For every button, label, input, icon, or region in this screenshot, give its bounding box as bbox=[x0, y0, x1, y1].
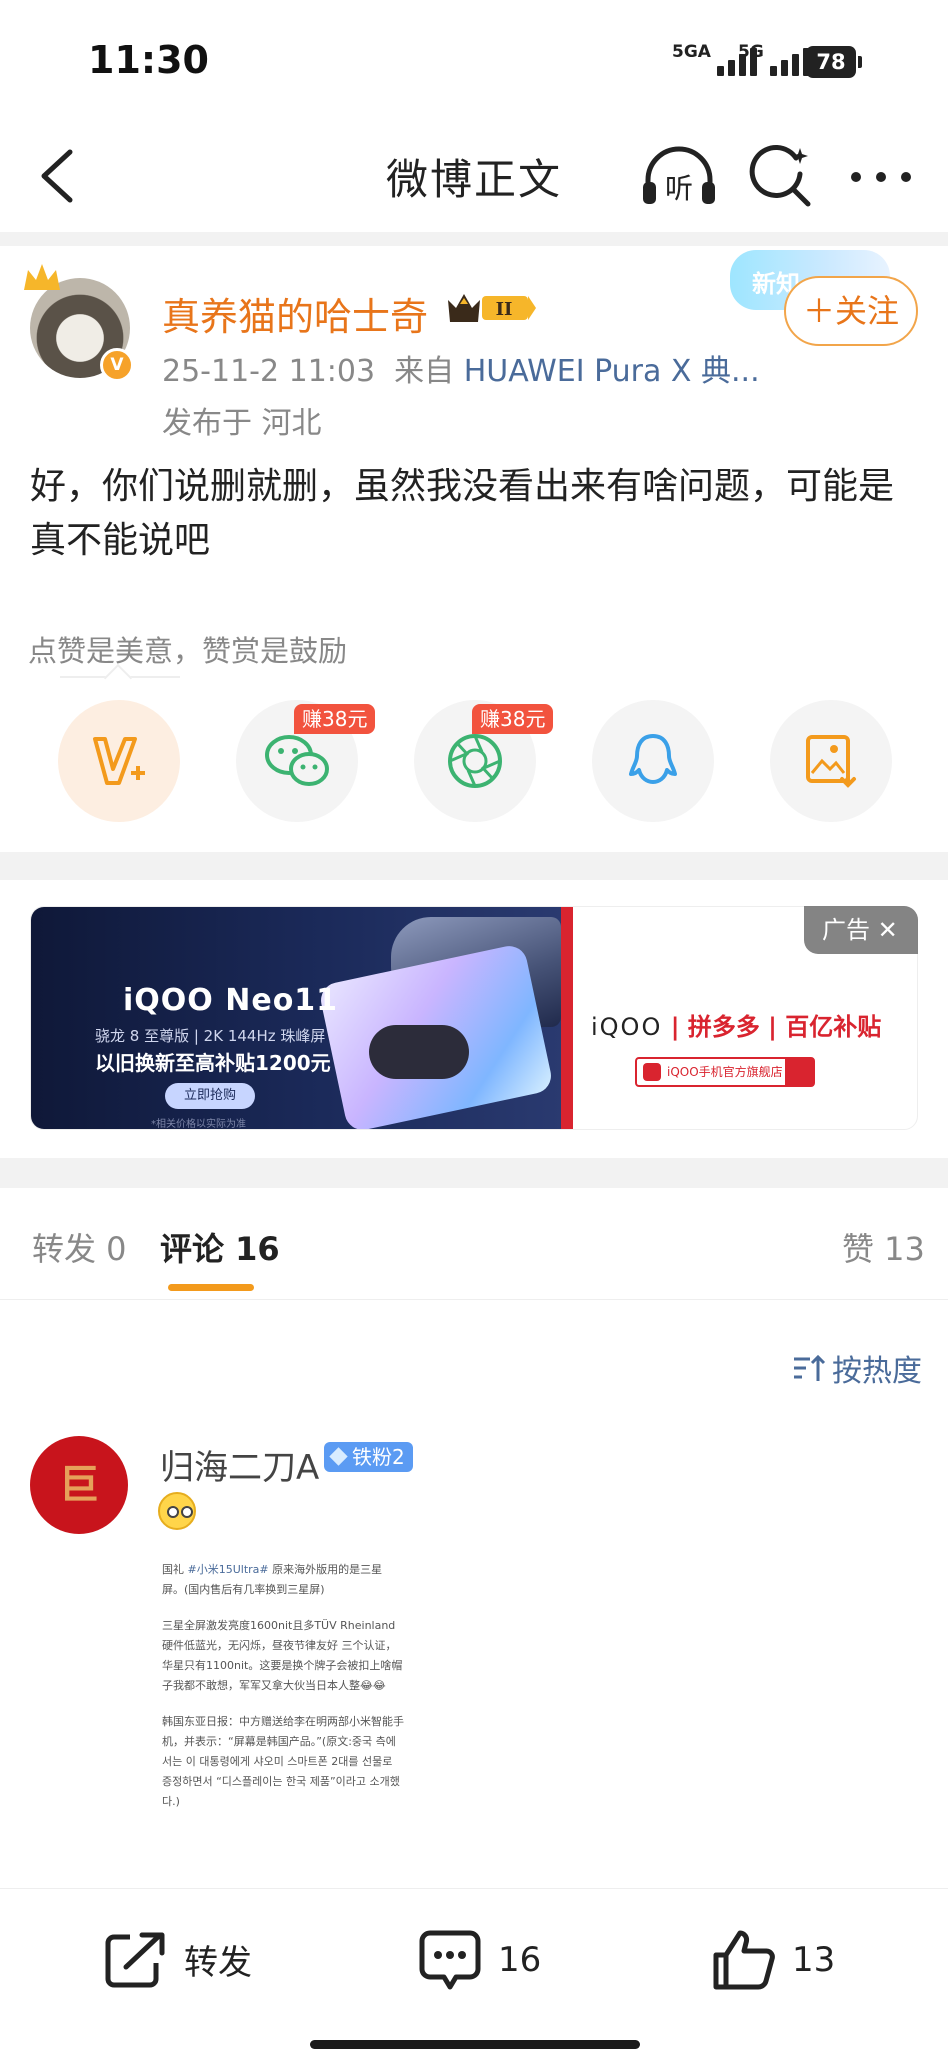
post-location: 发布于 河北 bbox=[162, 406, 322, 441]
comment-icon bbox=[419, 1930, 481, 1990]
ad-store-search[interactable]: iQOO手机官方旗舰店 bbox=[635, 1057, 815, 1087]
wechat-icon bbox=[265, 735, 329, 786]
ad-phone-camera bbox=[369, 1025, 469, 1079]
commenter-avatar[interactable]: 巨 bbox=[30, 1436, 128, 1534]
post-meta: 25-11-2 11:03 来自 HUAWEI Pura X 典... bbox=[162, 346, 760, 390]
section-divider bbox=[0, 1158, 948, 1188]
sort-icon bbox=[794, 1354, 826, 1381]
crown-icon bbox=[24, 264, 60, 290]
home-indicator bbox=[310, 2040, 640, 2049]
battery-icon: 78 bbox=[806, 46, 862, 78]
ad-promo: 以旧换新至高补贴1200元 bbox=[95, 1051, 331, 1075]
bottom-action-bar: 转发 16 13 bbox=[0, 1888, 948, 2028]
save-image-icon bbox=[806, 735, 856, 788]
moments-icon bbox=[448, 734, 502, 788]
save-image-button[interactable] bbox=[770, 700, 892, 822]
sort-button[interactable]: 按热度 bbox=[792, 1346, 922, 1390]
tab-comments[interactable]: 评论 16 bbox=[160, 1224, 280, 1270]
author-name[interactable]: 真养猫的哈士奇 bbox=[162, 286, 428, 341]
ad-close-button[interactable]: 广告 ✕ bbox=[804, 906, 918, 954]
repost-icon bbox=[105, 1932, 165, 1988]
earn-badge: 赚38元 bbox=[472, 704, 554, 734]
comment-tabs: 转发 0 评论 16 赞 13 bbox=[0, 1190, 948, 1300]
nav-bar: 微博正文 听 bbox=[0, 120, 948, 232]
comment-button[interactable]: 16 bbox=[418, 1929, 541, 1991]
repost-button[interactable]: 转发 bbox=[104, 1929, 252, 1989]
eye-roll-emoji-icon bbox=[158, 1492, 196, 1530]
svg-text:听: 听 bbox=[665, 172, 693, 205]
search-icon[interactable] bbox=[748, 144, 814, 210]
commenter-name[interactable]: 归海二刀A bbox=[160, 1440, 319, 1489]
ad-title: iQOO Neo11 bbox=[123, 983, 339, 1018]
tab-active-indicator bbox=[168, 1284, 254, 1291]
earn-badge: 赚38元 bbox=[294, 704, 376, 734]
reward-button[interactable] bbox=[58, 700, 180, 822]
share-qq-button[interactable] bbox=[592, 700, 714, 822]
follow-button[interactable]: ＋关注 bbox=[784, 276, 918, 346]
status-bar: 11:30 5GA 5G 78 bbox=[0, 0, 948, 120]
svg-text:II: II bbox=[496, 299, 513, 320]
signal-5g-icon: 5G bbox=[738, 42, 810, 76]
ad-cta-button[interactable]: 立即抢购 bbox=[165, 1083, 255, 1109]
section-divider bbox=[0, 232, 948, 246]
post-timestamp: 25-11-2 11:03 bbox=[162, 354, 376, 389]
search-icon bbox=[785, 1059, 813, 1085]
section-divider bbox=[0, 852, 948, 880]
tab-repost[interactable]: 转发 0 bbox=[32, 1224, 127, 1270]
like-button[interactable]: 13 bbox=[712, 1929, 835, 1991]
qq-icon bbox=[629, 734, 677, 784]
post-device[interactable]: HUAWEI Pura X 典... bbox=[464, 354, 760, 389]
clock: 11:30 bbox=[88, 38, 209, 82]
sort-label: 按热度 bbox=[832, 1354, 922, 1389]
fan-rank-badge-icon[interactable]: II bbox=[446, 290, 538, 326]
like-count: 13 bbox=[792, 1940, 836, 1980]
ad-brand: iQOO | 拼多多 | 百亿补贴 bbox=[591, 1013, 882, 1041]
ad-subtitle: 骁龙 8 至尊版 | 2K 144Hz 珠峰屏 bbox=[95, 1027, 326, 1045]
tab-likes[interactable]: 赞 13 bbox=[842, 1224, 925, 1270]
ad-disclaimer: *相关价格以实际为准 bbox=[151, 1119, 246, 1130]
verified-badge-icon: V bbox=[100, 348, 134, 382]
ad-banner[interactable]: iQOO Neo11 骁龙 8 至尊版 | 2K 144Hz 珠峰屏 以旧换新至… bbox=[30, 906, 918, 1130]
thumbs-up-icon bbox=[713, 1930, 775, 1990]
fan-badge[interactable]: 铁粉2 bbox=[324, 1442, 413, 1472]
comment-image[interactable]: 国礼 #小米15Ultra# 原来海外版用的是三星屏。(国内售后有几率换到三星屏… bbox=[156, 1552, 410, 1892]
post-text: 好，你们说删就删，虽然我没看出来有啥问题，可能是真不能说吧 bbox=[30, 466, 895, 561]
reward-caption: 点赞是美意，赞赏是鼓励 bbox=[28, 634, 348, 668]
post-source: 来自 bbox=[394, 354, 455, 389]
ad-divider bbox=[561, 907, 573, 1129]
repost-label: 转发 bbox=[184, 1942, 252, 1983]
comment-count: 16 bbox=[498, 1940, 542, 1980]
ad-image: iQOO Neo11 骁龙 8 至尊版 | 2K 144Hz 珠峰屏 以旧换新至… bbox=[31, 907, 565, 1130]
more-icon[interactable] bbox=[846, 144, 916, 210]
reward-v-icon bbox=[93, 737, 145, 785]
listen-icon[interactable]: 听 bbox=[640, 144, 718, 208]
